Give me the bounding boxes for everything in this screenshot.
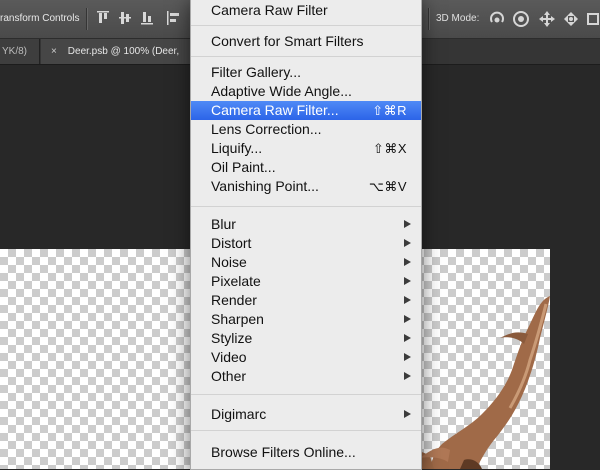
menu-item-label: Noise — [211, 254, 247, 270]
menu-item-video[interactable]: Video — [191, 348, 421, 367]
menu-separator — [191, 206, 421, 207]
menu-item-camera-raw-filter-last[interactable]: Camera Raw Filter — [191, 1, 421, 20]
menu-item-shortcut: ⇧⌘R — [372, 103, 407, 118]
submenu-arrow-icon — [404, 315, 411, 323]
submenu-arrow-icon — [404, 296, 411, 304]
align-left-edges-icon[interactable] — [166, 10, 180, 26]
align-bottom-edges-icon[interactable] — [140, 10, 154, 26]
menu-item-label: Browse Filters Online... — [211, 444, 356, 460]
menu-item-browse-filters-online[interactable]: Browse Filters Online... — [191, 443, 421, 462]
submenu-arrow-icon — [404, 372, 411, 380]
menu-item-stylize[interactable]: Stylize — [191, 329, 421, 348]
submenu-arrow-icon — [404, 239, 411, 247]
menu-item-pixelate[interactable]: Pixelate — [191, 272, 421, 291]
menu-item-label: Video — [211, 349, 247, 365]
3d-pan-icon[interactable] — [538, 10, 556, 28]
menu-item-liquify[interactable]: Liquify... ⇧⌘X — [191, 139, 421, 158]
filter-menu: Camera Raw Filter Convert for Smart Filt… — [190, 0, 422, 470]
menu-item-vanishing-point[interactable]: Vanishing Point... ⌥⌘V — [191, 177, 421, 196]
menu-item-digimarc[interactable]: Digimarc — [191, 405, 421, 424]
menu-item-label: Render — [211, 292, 257, 308]
menu-item-label: Liquify... — [211, 140, 263, 156]
menu-item-label: Filter Gallery... — [211, 64, 301, 80]
menu-item-sharpen[interactable]: Sharpen — [191, 310, 421, 329]
menu-item-label: Camera Raw Filter — [211, 2, 328, 18]
menu-item-filter-gallery[interactable]: Filter Gallery... — [191, 63, 421, 82]
submenu-arrow-icon — [404, 334, 411, 342]
menu-item-label: Pixelate — [211, 273, 261, 289]
menu-item-oil-paint[interactable]: Oil Paint... — [191, 158, 421, 177]
menu-item-label: Camera Raw Filter... — [211, 102, 339, 118]
tab-previous-label: YK/8) — [2, 46, 28, 57]
menu-item-shortcut: ⌥⌘V — [368, 179, 407, 194]
menu-item-label: Convert for Smart Filters — [211, 33, 364, 49]
menu-item-label: Vanishing Point... — [211, 178, 319, 194]
menu-item-convert-smart-filters[interactable]: Convert for Smart Filters — [191, 32, 421, 51]
menu-item-label: Stylize — [211, 330, 253, 346]
3d-slide-icon[interactable] — [562, 10, 580, 28]
menu-item-shortcut: ⇧⌘X — [372, 141, 407, 156]
3d-rotate-icon[interactable] — [488, 10, 506, 28]
menu-item-label: Adaptive Wide Angle... — [211, 83, 352, 99]
tab-previous-document[interactable]: YK/8) — [0, 39, 40, 64]
3d-mode-label: 3D Mode: — [436, 13, 480, 24]
submenu-arrow-icon — [404, 410, 411, 418]
tab-active-label: Deer.psb @ 100% (Deer, — [67, 46, 180, 57]
menu-item-label: Oil Paint... — [211, 159, 276, 175]
submenu-arrow-icon — [404, 220, 411, 228]
close-tab-icon[interactable]: × — [51, 39, 65, 64]
menu-separator — [191, 394, 421, 395]
menu-separator — [191, 56, 421, 57]
menu-item-label: Blur — [211, 216, 236, 232]
submenu-arrow-icon — [404, 277, 411, 285]
menu-item-label: Digimarc — [211, 406, 267, 422]
menu-item-label: Other — [211, 368, 247, 384]
align-vertical-centers-icon[interactable] — [118, 10, 132, 26]
menu-item-camera-raw-filter[interactable]: Camera Raw Filter... ⇧⌘R — [191, 101, 421, 120]
menu-separator — [191, 430, 421, 431]
menu-separator — [191, 25, 421, 26]
3d-roll-icon[interactable] — [512, 10, 530, 28]
submenu-arrow-icon — [404, 258, 411, 266]
menu-item-distort[interactable]: Distort — [191, 234, 421, 253]
3d-scale-icon[interactable] — [586, 10, 600, 28]
submenu-arrow-icon — [404, 353, 411, 361]
align-top-edges-icon[interactable] — [96, 10, 110, 26]
menu-item-render[interactable]: Render — [191, 291, 421, 310]
menu-item-noise[interactable]: Noise — [191, 253, 421, 272]
show-transform-controls-label[interactable]: ransform Controls — [0, 13, 79, 24]
menu-item-label: Lens Correction... — [211, 121, 322, 137]
menu-item-label: Sharpen — [211, 311, 264, 327]
menu-item-blur[interactable]: Blur — [191, 215, 421, 234]
tab-deer-psb[interactable]: × Deer.psb @ 100% (Deer, — [41, 39, 201, 64]
menu-item-other[interactable]: Other — [191, 367, 421, 386]
options-divider — [428, 8, 430, 30]
menu-item-label: Distort — [211, 235, 252, 251]
options-divider — [86, 8, 88, 30]
menu-item-lens-correction[interactable]: Lens Correction... — [191, 120, 421, 139]
menu-item-adaptive-wide-angle[interactable]: Adaptive Wide Angle... — [191, 82, 421, 101]
